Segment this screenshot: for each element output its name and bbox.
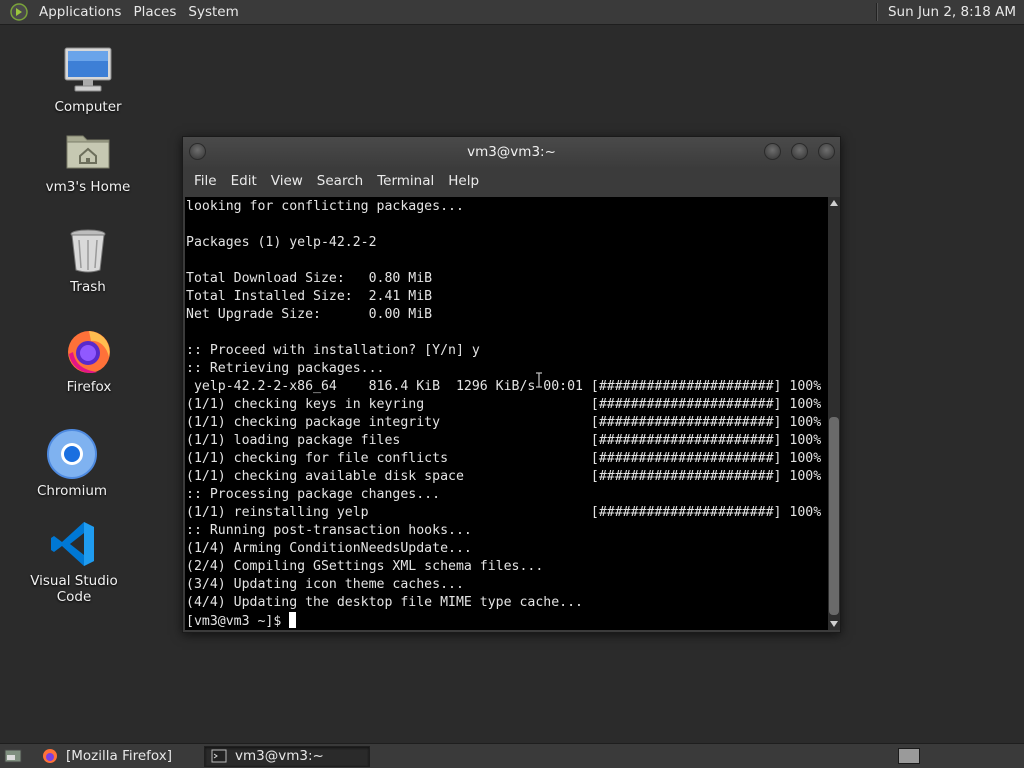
terminal-line: Packages (1) yelp-42.2-2 xyxy=(186,235,377,250)
terminal-window[interactable]: vm3@vm3:~ File Edit View Search Terminal… xyxy=(182,136,841,633)
window-titlebar[interactable]: vm3@vm3:~ xyxy=(183,137,840,167)
terminal-text: looking for conflicting packages... Pack… xyxy=(185,197,828,630)
bottom-panel: [Mozilla Firefox] vm3@vm3:~ xyxy=(0,743,1024,768)
menu-terminal[interactable]: Terminal xyxy=(370,173,441,189)
desktop-icon-label: Chromium xyxy=(36,483,108,499)
terminal-line: :: Running post-transaction hooks... xyxy=(186,523,472,538)
terminal-line: looking for conflicting packages... xyxy=(186,199,464,214)
top-panel: Applications Places System Sun Jun 2, 8:… xyxy=(0,0,1024,25)
scroll-thumb[interactable] xyxy=(829,417,839,615)
clock[interactable]: Sun Jun 2, 8:18 AM xyxy=(888,4,1016,20)
mate-menu-icon[interactable] xyxy=(9,2,29,22)
menu-search[interactable]: Search xyxy=(310,173,370,189)
desktop-icon-label: Trash xyxy=(70,279,106,295)
places-menu[interactable]: Places xyxy=(127,4,182,20)
close-button[interactable] xyxy=(818,143,835,160)
terminal-line: (1/1) checking for file conflicts [#####… xyxy=(186,451,822,466)
taskbar-item-label: vm3@vm3:~ xyxy=(235,748,324,764)
terminal-output[interactable]: looking for conflicting packages... Pack… xyxy=(185,197,828,630)
desktop-icon-trash[interactable]: Trash xyxy=(28,224,148,295)
terminal-cursor xyxy=(289,612,297,628)
terminal-line: (1/1) checking keys in keyring [########… xyxy=(186,397,822,412)
computer-icon xyxy=(62,44,114,96)
desktop-icon-computer[interactable]: Computer xyxy=(28,44,148,115)
show-desktop-icon[interactable] xyxy=(2,747,24,765)
window-title: vm3@vm3:~ xyxy=(467,144,556,160)
home-folder-icon xyxy=(62,124,114,176)
terminal-line: (4/4) Updating the desktop file MIME typ… xyxy=(186,595,583,610)
terminal-line: :: Processing package changes... xyxy=(186,487,441,502)
menu-edit[interactable]: Edit xyxy=(224,173,264,189)
menu-view[interactable]: View xyxy=(264,173,310,189)
terminal-line: :: Retrieving packages... xyxy=(186,361,385,376)
desktop-icon-firefox[interactable]: Firefox xyxy=(29,324,149,395)
menu-help[interactable]: Help xyxy=(441,173,486,189)
panel-separator xyxy=(875,3,878,21)
terminal-icon xyxy=(211,748,227,764)
desktop-icon-home[interactable]: vm3's Home xyxy=(28,124,148,195)
firefox-icon xyxy=(63,324,115,376)
scroll-up-arrow-icon[interactable] xyxy=(828,197,840,209)
terminal-line: yelp-42.2-2-x86_64 816.4 KiB 1296 KiB/s … xyxy=(186,379,822,394)
terminal-line: Total Download Size: 0.80 MiB xyxy=(186,271,433,286)
desktop-icon-label: Firefox xyxy=(66,379,112,395)
scroll-down-arrow-icon[interactable] xyxy=(828,618,840,630)
terminal-line: (1/1) checking package integrity [######… xyxy=(186,415,822,430)
terminal-line: Total Installed Size: 2.41 MiB xyxy=(186,289,433,304)
taskbar-item-terminal[interactable]: vm3@vm3:~ xyxy=(204,745,370,767)
desktop-icon-vscode[interactable]: Visual Studio Code xyxy=(14,518,134,605)
vscode-icon xyxy=(48,518,100,570)
desktop-icon-chromium[interactable]: Chromium xyxy=(12,428,132,499)
terminal-line: (1/4) Arming ConditionNeedsUpdate... xyxy=(186,541,472,556)
terminal-line: Net Upgrade Size: 0.00 MiB xyxy=(186,307,433,322)
terminal-line: (1/1) reinstalling yelp [###############… xyxy=(186,505,822,520)
terminal-scrollbar[interactable] xyxy=(828,197,840,630)
menu-file[interactable]: File xyxy=(187,173,224,189)
terminal-line: (2/4) Compiling GSettings XML schema fil… xyxy=(186,559,544,574)
terminal-line: (3/4) Updating icon theme caches... xyxy=(186,577,464,592)
window-menu-button[interactable] xyxy=(189,143,206,160)
desktop-icon-label: Computer xyxy=(54,99,122,115)
applications-menu[interactable]: Applications xyxy=(33,4,127,20)
taskbar-item-firefox[interactable]: [Mozilla Firefox] xyxy=(36,746,200,767)
workspace-switcher[interactable] xyxy=(898,748,920,764)
terminal-menubar: File Edit View Search Terminal Help xyxy=(183,167,840,195)
desktop-icon-label: Visual Studio Code xyxy=(30,573,118,605)
trash-icon xyxy=(62,224,114,276)
chromium-icon xyxy=(46,428,98,480)
terminal-line: (1/1) checking available disk space [###… xyxy=(186,469,822,484)
firefox-icon xyxy=(42,748,58,764)
taskbar-item-label: [Mozilla Firefox] xyxy=(66,748,173,764)
shell-prompt: [vm3@vm3 ~]$ xyxy=(186,614,290,629)
maximize-button[interactable] xyxy=(791,143,808,160)
system-menu[interactable]: System xyxy=(182,4,244,20)
terminal-prompt-line[interactable]: [vm3@vm3 ~]$ xyxy=(186,612,828,630)
terminal-line: (1/1) loading package files [###########… xyxy=(186,433,822,448)
desktop-icon-label: vm3's Home xyxy=(45,179,131,195)
text-cursor-icon xyxy=(535,372,543,388)
minimize-button[interactable] xyxy=(764,143,781,160)
terminal-line: :: Proceed with installation? [Y/n] y xyxy=(186,343,480,358)
